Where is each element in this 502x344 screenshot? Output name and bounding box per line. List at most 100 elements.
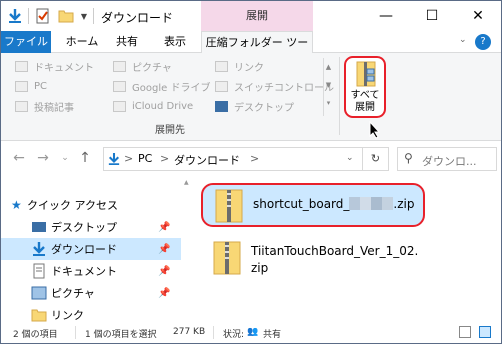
pin-icon[interactable]: 📌 — [158, 244, 170, 255]
customize-toolbar-icon[interactable]: ▼ — [79, 8, 89, 24]
breadcrumb-separator[interactable]: > — [250, 152, 259, 165]
window-title: ダウンロード — [101, 11, 174, 25]
extract-all-label-line2: 展開 — [355, 102, 375, 113]
extract-all-button[interactable]: すべて 展開 — [344, 56, 386, 118]
gallery-scroll[interactable]: ▲ ▼ ▾ — [323, 58, 333, 116]
extract-to-switch-control[interactable]: スイッチコントロール — [215, 78, 334, 94]
extract-to-pictures[interactable]: ピクチャ — [113, 58, 172, 74]
quick-access-label: クイック アクセス — [27, 199, 118, 212]
address-dropdown-icon[interactable]: ⌄ — [346, 153, 354, 163]
close-button[interactable]: ✕ — [455, 1, 501, 31]
selection-size: 277 KB — [173, 327, 206, 337]
mouse-cursor-icon — [369, 120, 381, 142]
search-box[interactable]: ⚲ ダウンロ... — [397, 147, 497, 171]
tab-compressed-folder-tools[interactable]: 圧縮フォルダー ツール — [201, 31, 313, 71]
item-count: 2 個の項目 — [13, 330, 58, 340]
breadcrumb-downloads[interactable]: ダウンロード — [174, 152, 240, 168]
extract-to-label: PC — [34, 80, 48, 92]
shared-users-icon: 👥 — [247, 327, 259, 337]
divider — [213, 326, 214, 339]
navigation-bar: ← → ⌄ ↑ > PC > ダウンロード > ⌄ ↻ ⚲ ダウンロ... — [1, 141, 501, 177]
nav-item-documents[interactable]: ドキュメント 📌 — [1, 260, 181, 282]
nav-item-pictures[interactable]: ピクチャ 📌 — [1, 282, 181, 304]
tab-home[interactable]: ホーム — [57, 31, 107, 53]
pin-icon[interactable]: 📌 — [158, 266, 170, 277]
expand-ribbon-icon[interactable]: ⌄ — [459, 35, 467, 45]
divider — [75, 326, 76, 339]
forward-arrow-icon[interactable]: → — [35, 150, 51, 166]
folder-icon — [215, 80, 228, 92]
up-arrow-icon[interactable]: ↑ — [77, 150, 93, 166]
extract-all-label-line1: すべて — [350, 90, 380, 101]
pin-icon[interactable]: 📌 — [158, 288, 170, 299]
extract-to-icloud-drive[interactable]: iCloud Drive — [113, 98, 193, 114]
extract-to-label: Google ドライブ — [132, 82, 211, 94]
divider — [339, 57, 340, 135]
extract-to-google-drive[interactable]: Google ドライブ — [113, 78, 210, 94]
address-bar[interactable]: > PC > ダウンロード > ⌄ — [103, 147, 363, 171]
refresh-icon: ↻ — [370, 152, 381, 165]
title-bar: ▼ ダウンロード 展開 — ☐ ✕ — [1, 1, 501, 31]
nav-item-label: デスクトップ — [51, 221, 117, 234]
back-arrow-icon[interactable]: ← — [11, 150, 27, 166]
folder-icon — [113, 100, 126, 112]
file-item[interactable]: TiitanTouchBoard_Ver_1_02. zip — [201, 235, 425, 285]
extract-to-posts[interactable]: 投稿記事 — [15, 98, 74, 114]
file-item-selected[interactable]: shortcut_board_ .zip — [201, 183, 425, 227]
quick-access-item[interactable]: ★ クイック アクセス — [1, 194, 181, 216]
picture-icon — [31, 285, 47, 301]
properties-icon[interactable] — [35, 8, 51, 24]
new-folder-icon[interactable] — [57, 8, 75, 24]
zip-folder-icon — [215, 189, 243, 226]
extract-to-desktop[interactable]: デスクトップ — [215, 98, 294, 114]
extract-to-label: ピクチャ — [132, 62, 172, 74]
nav-item-label: ドキュメント — [51, 265, 117, 278]
nav-item-downloads[interactable]: ダウンロード 📌 — [1, 238, 181, 260]
navigation-pane: ★ クイック アクセス デスクトップ 📌 ダウンロード 📌 ドキュメント 📌 ピ… — [1, 177, 181, 323]
nav-item-label: ピクチャ — [51, 287, 95, 300]
selection-count: 1 個の項目を選択 — [85, 330, 157, 340]
extract-to-label: ドキュメント — [34, 62, 94, 74]
picture-icon — [113, 60, 126, 72]
recent-locations-icon[interactable]: ⌄ — [57, 150, 73, 166]
status-bar: 2 個の項目 1 個の項目を選択 277 KB 状況: 👥 共有 — [1, 323, 501, 343]
extract-to-links[interactable]: リンク — [215, 58, 264, 74]
details-view-icon[interactable] — [459, 326, 471, 338]
refresh-button[interactable]: ↻ — [363, 147, 389, 171]
maximize-button[interactable]: ☐ — [409, 1, 455, 31]
context-tab-group-label: 展開 — [201, 1, 313, 31]
nav-item-desktop[interactable]: デスクトップ 📌 — [1, 216, 181, 238]
ribbon: ドキュメント PC 投稿記事 ピクチャ Google ドライブ iCloud D… — [1, 53, 501, 141]
extract-to-label: iCloud Drive — [132, 100, 194, 112]
extract-to-pc[interactable]: PC — [15, 78, 47, 94]
large-icons-view-icon[interactable] — [479, 326, 491, 338]
download-arrow-icon — [108, 151, 120, 170]
extract-to-label: デスクトップ — [234, 102, 294, 114]
star-icon: ★ — [11, 198, 22, 212]
folder-icon — [31, 307, 47, 323]
zip-folder-icon — [213, 241, 241, 278]
help-icon[interactable]: ? — [475, 34, 491, 50]
pin-icon[interactable]: 📌 — [158, 222, 170, 233]
tab-file[interactable]: ファイル — [1, 31, 51, 53]
breadcrumb-separator[interactable]: > — [160, 152, 169, 165]
ribbon-tab-bar: ファイル ホーム 共有 表示 圧縮フォルダー ツール ? ⌄ — [1, 31, 501, 71]
extract-all-label: すべて 展開 — [346, 90, 384, 114]
extract-to-documents[interactable]: ドキュメント — [15, 58, 94, 74]
breadcrumb-separator[interactable]: > — [124, 152, 133, 165]
file-name: TiitanTouchBoard_Ver_1_02. zip — [251, 243, 418, 277]
nav-pane-scrollbar[interactable]: ▲ — [183, 177, 191, 323]
state-value: 共有 — [263, 330, 282, 340]
nav-item-label: ダウンロード — [51, 243, 117, 256]
file-list: shortcut_board_ .zip TiitanTouchBoard_Ver… — [193, 177, 501, 323]
document-icon — [31, 263, 47, 279]
tab-view[interactable]: 表示 — [153, 31, 197, 53]
tab-share[interactable]: 共有 — [107, 31, 147, 53]
download-icon — [31, 241, 47, 257]
state-label: 状況: — [223, 330, 245, 340]
file-name-line: TiitanTouchBoard_Ver_1_02. — [251, 244, 419, 258]
minimize-button[interactable]: — — [363, 1, 409, 31]
scroll-up-icon[interactable]: ▲ — [184, 179, 189, 186]
zip-folder-icon — [356, 61, 376, 90]
breadcrumb-pc[interactable]: PC — [138, 152, 152, 165]
